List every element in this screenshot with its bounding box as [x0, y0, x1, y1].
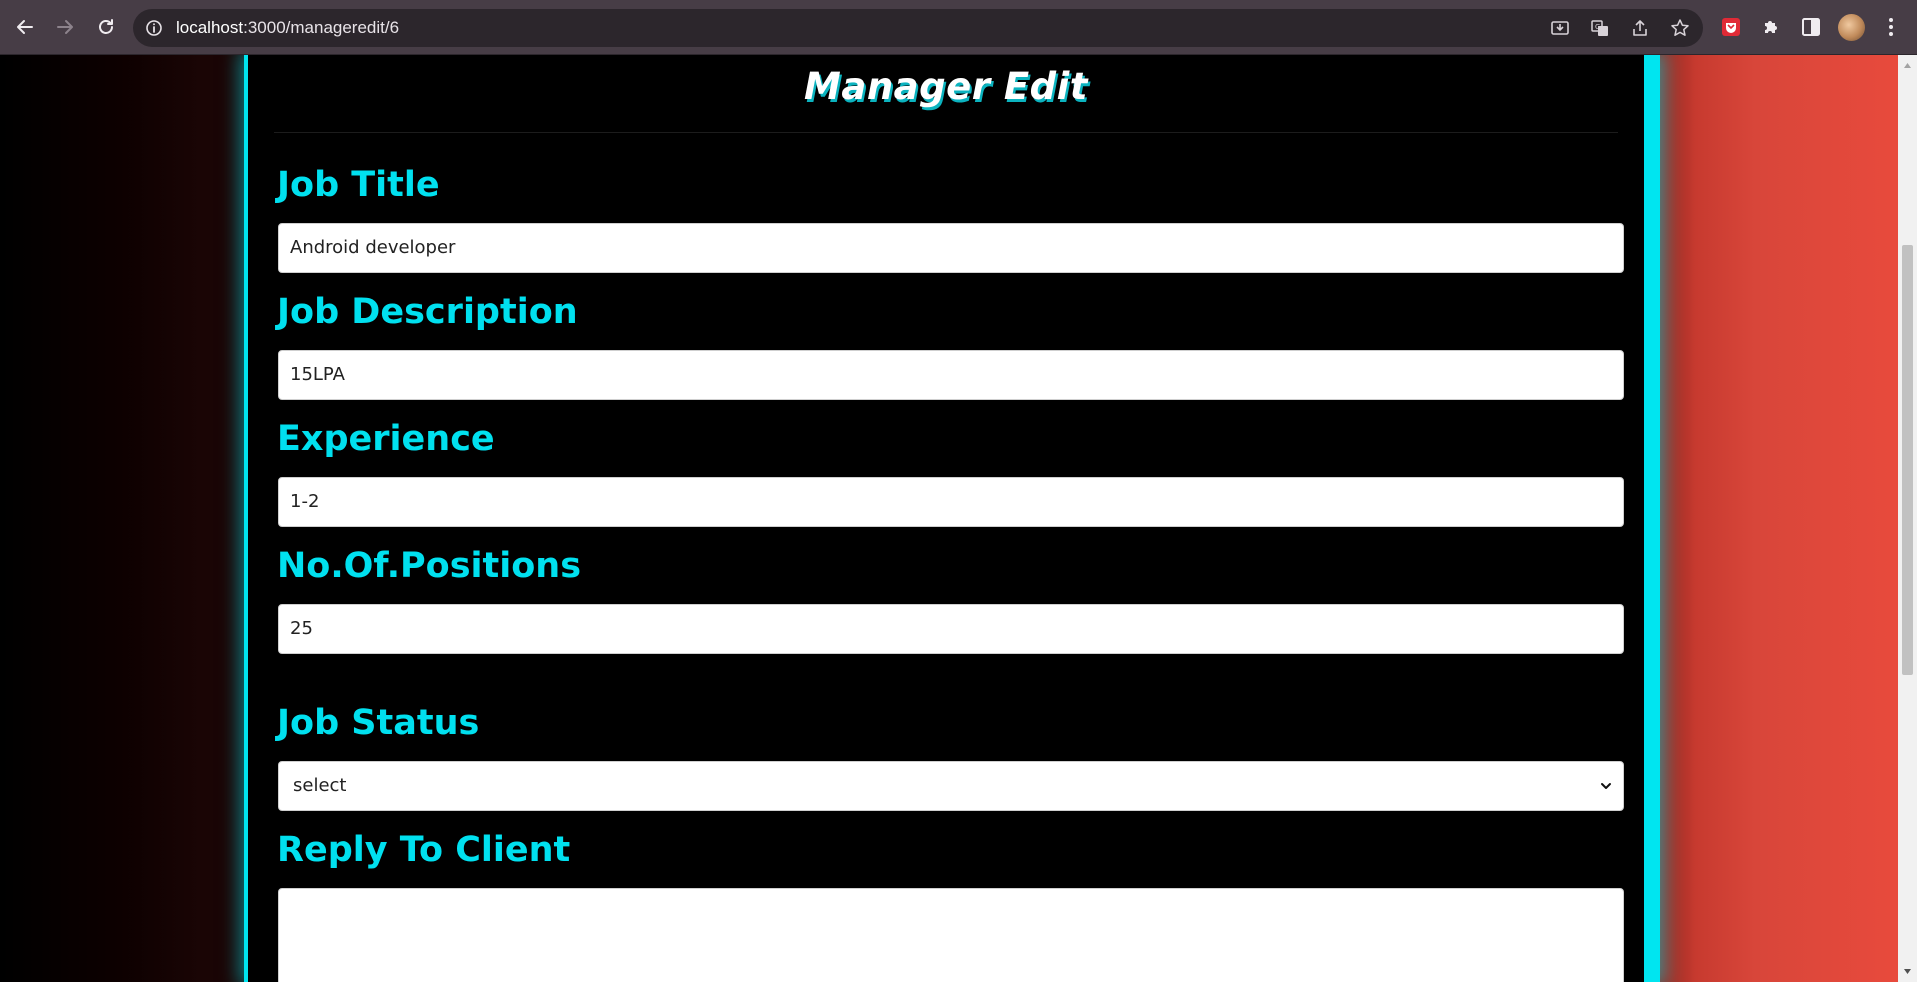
title-divider — [274, 132, 1618, 133]
chevron-down-icon — [1601, 783, 1611, 789]
reload-button[interactable] — [90, 11, 122, 43]
browser-toolbar: localhost:3000/manageredit/6 G — [0, 0, 1917, 55]
arrow-right-icon — [57, 20, 73, 34]
info-icon[interactable] — [145, 19, 163, 37]
kebab-menu-icon[interactable] — [1879, 15, 1903, 39]
share-icon[interactable] — [1630, 18, 1650, 38]
job-status-select[interactable]: select — [278, 761, 1624, 811]
side-panel-icon[interactable] — [1799, 15, 1823, 39]
forward-button[interactable] — [49, 11, 81, 43]
job-description-input[interactable]: 15LPA — [278, 350, 1624, 400]
scroll-up-arrow-icon[interactable] — [1903, 61, 1912, 70]
job-status-selected-value: select — [293, 775, 347, 796]
scroll-thumb[interactable] — [1902, 245, 1913, 675]
back-button[interactable] — [9, 11, 41, 43]
manager-edit-card: Manager Edit Job Title Android developer… — [244, 55, 1660, 982]
page-scrollbar[interactable] — [1898, 55, 1917, 982]
page-title: Manager Edit — [804, 65, 1088, 108]
translate-icon[interactable]: G — [1590, 18, 1610, 38]
reply-textarea[interactable] — [278, 888, 1624, 982]
svg-text:G: G — [1595, 23, 1600, 31]
page-viewport: Manager Edit Job Title Android developer… — [0, 55, 1898, 982]
experience-input[interactable]: 1-2 — [278, 477, 1624, 527]
install-icon[interactable] — [1550, 18, 1570, 38]
reply-label: Reply To Client — [277, 830, 571, 870]
url-path: :3000/manageredit/6 — [243, 18, 400, 37]
experience-label: Experience — [277, 419, 495, 459]
url-text[interactable]: localhost:3000/manageredit/6 — [176, 9, 399, 47]
positions-label: No.Of.Positions — [277, 546, 582, 586]
profile-avatar[interactable] — [1838, 14, 1865, 41]
arrow-left-icon — [17, 20, 33, 34]
job-description-label: Job Description — [277, 292, 578, 332]
job-title-input[interactable]: Android developer — [278, 223, 1624, 273]
puzzle-icon[interactable] — [1759, 15, 1783, 39]
job-title-label: Job Title — [277, 165, 440, 205]
positions-input[interactable]: 25 — [278, 604, 1624, 654]
star-icon[interactable] — [1670, 18, 1690, 38]
scroll-down-arrow-icon[interactable] — [1903, 967, 1912, 976]
address-bar[interactable]: localhost:3000/manageredit/6 G — [133, 9, 1703, 47]
background-gradient — [1660, 55, 1898, 982]
url-host: localhost — [176, 18, 244, 37]
reload-icon — [99, 19, 113, 34]
job-status-label: Job Status — [277, 703, 480, 743]
shield-extension-icon[interactable] — [1719, 15, 1743, 39]
